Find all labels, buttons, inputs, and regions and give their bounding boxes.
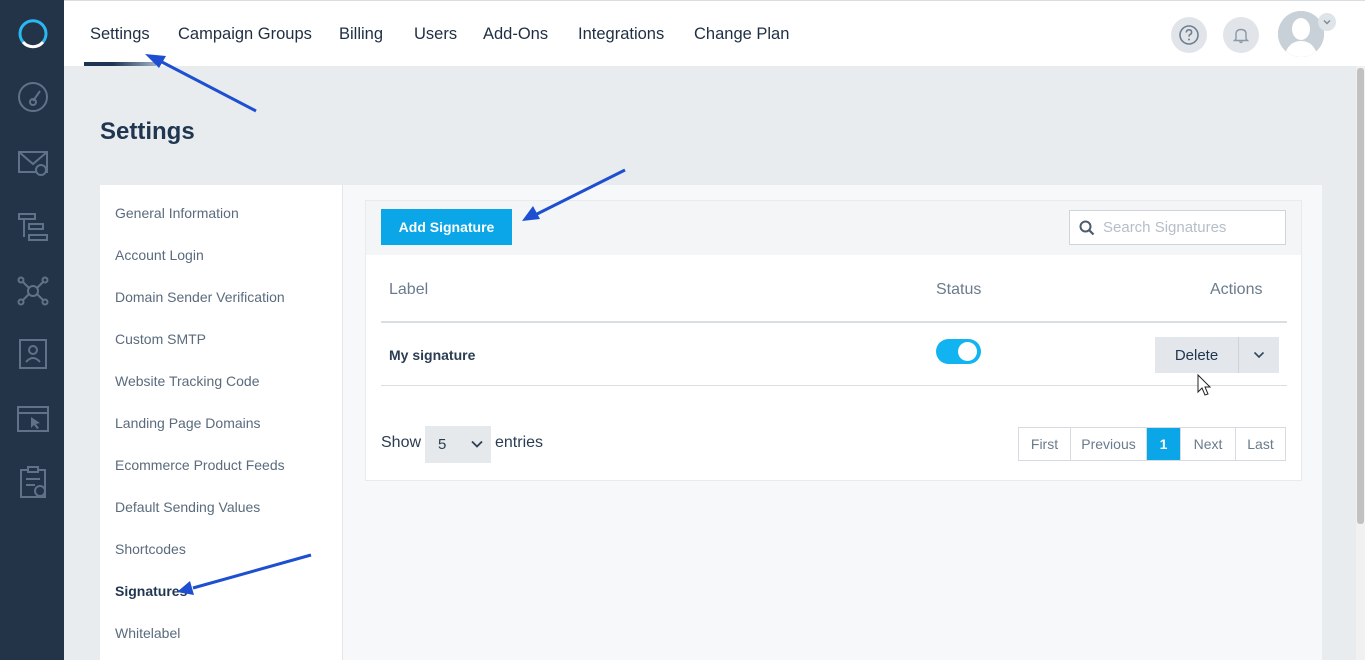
menu-item-custom-smtp[interactable]: Custom SMTP (115, 331, 206, 347)
forms-clipboard-icon[interactable] (14, 463, 52, 501)
page-scrollbar[interactable] (1356, 66, 1365, 660)
menu-item-account-login[interactable]: Account Login (115, 247, 204, 263)
pagination-last[interactable]: Last (1236, 428, 1285, 460)
toggle-knob (958, 342, 977, 361)
menu-item-default-sending-values[interactable]: Default Sending Values (115, 499, 260, 515)
tab-settings[interactable]: Settings (90, 25, 150, 44)
delete-signature-button[interactable]: Delete (1155, 337, 1239, 373)
account-menu-toggle[interactable] (1318, 13, 1336, 31)
scrollbar-thumb[interactable] (1357, 68, 1364, 524)
table-row-divider (381, 385, 1287, 386)
email-campaigns-icon[interactable] (14, 143, 52, 181)
row-actions-dropdown[interactable] (1239, 337, 1279, 373)
question-circle-icon (1179, 25, 1199, 45)
signature-label: My signature (389, 347, 476, 363)
chevron-down-icon (1323, 20, 1331, 25)
signatures-panel: Add Signature Label Status Actions My si… (365, 200, 1302, 481)
menu-item-whitelabel[interactable]: Whitelabel (115, 625, 180, 641)
show-label: Show (381, 434, 422, 451)
pagination-previous[interactable]: Previous (1071, 428, 1147, 460)
tab-users[interactable]: Users (414, 25, 457, 44)
column-header-actions: Actions (1210, 281, 1263, 298)
chevron-down-icon (471, 440, 483, 448)
menu-item-shortcodes[interactable]: Shortcodes (115, 541, 186, 557)
pagination-first[interactable]: First (1019, 428, 1071, 460)
signature-status-toggle[interactable] (936, 339, 981, 364)
column-header-label[interactable]: Label (389, 281, 428, 299)
help-button[interactable] (1171, 17, 1207, 53)
tab-change-plan[interactable]: Change Plan (694, 25, 789, 44)
network-integrations-icon[interactable] (14, 272, 52, 310)
page-title: Settings (100, 118, 195, 145)
pagination: First Previous 1 Next Last (1018, 427, 1286, 461)
menu-item-landing-page-domains[interactable]: Landing Page Domains (115, 415, 261, 431)
dashboard-gauge-icon[interactable] (14, 78, 52, 116)
app-logo[interactable] (14, 14, 52, 52)
notifications-button[interactable] (1223, 17, 1259, 53)
add-signature-button[interactable]: Add Signature (381, 209, 512, 245)
tab-integrations[interactable]: Integrations (578, 25, 664, 44)
contacts-book-icon[interactable] (14, 335, 52, 373)
pagination-next[interactable]: Next (1181, 428, 1236, 460)
menu-item-website-tracking-code[interactable]: Website Tracking Code (115, 373, 259, 389)
signatures-toolbar: Add Signature (366, 201, 1301, 255)
table-header-divider (381, 321, 1287, 323)
settings-card: General Information Account Login Domain… (100, 185, 1322, 660)
search-icon (1079, 220, 1095, 235)
menu-item-general-information[interactable]: General Information (115, 205, 239, 221)
landing-pages-icon[interactable] (14, 400, 52, 438)
app-sidebar-rail (0, 0, 64, 660)
menu-item-signatures[interactable]: Signatures (115, 583, 187, 599)
chevron-down-icon (1253, 351, 1265, 359)
user-silhouette-icon (1278, 11, 1324, 57)
user-avatar[interactable] (1278, 11, 1324, 57)
tab-campaign-groups[interactable]: Campaign Groups (178, 25, 312, 44)
page-size-value: 5 (438, 436, 447, 453)
tab-billing[interactable]: Billing (339, 25, 383, 44)
column-header-status[interactable]: Status (936, 281, 981, 299)
active-tab-indicator (84, 62, 156, 66)
menu-item-domain-sender-verification[interactable]: Domain Sender Verification (115, 289, 285, 305)
tab-add-ons[interactable]: Add-Ons (483, 25, 548, 44)
entries-label: entries (495, 434, 544, 451)
bell-icon (1232, 28, 1250, 44)
page-size-select[interactable]: 5 (425, 426, 491, 463)
automation-flow-icon[interactable] (14, 208, 52, 246)
search-signatures-field[interactable] (1069, 210, 1286, 245)
pagination-page-1[interactable]: 1 (1147, 428, 1181, 460)
settings-menu: General Information Account Login Domain… (100, 185, 343, 660)
search-signatures-input[interactable] (1103, 219, 1283, 236)
top-navigation: Settings Campaign Groups Billing Users A… (64, 0, 1365, 66)
menu-item-ecommerce-product-feeds[interactable]: Ecommerce Product Feeds (115, 457, 285, 473)
